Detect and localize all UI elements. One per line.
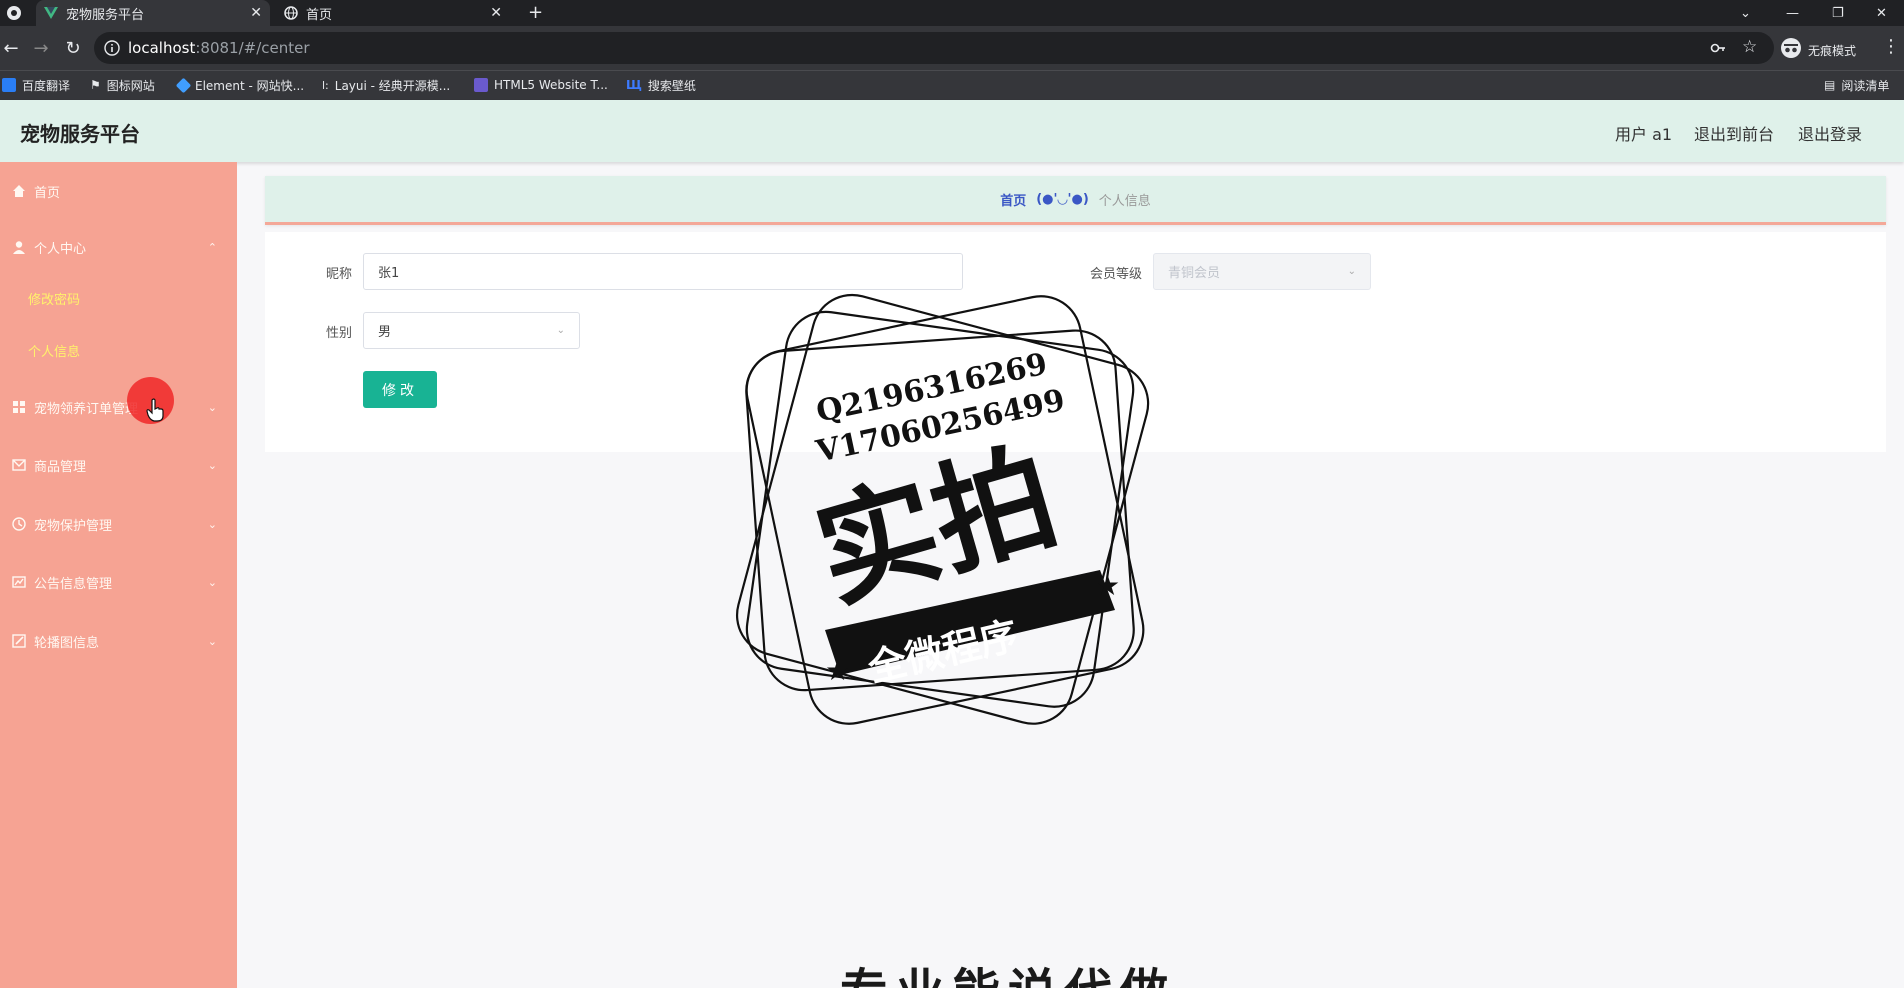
chevron-down-icon: ⌄ xyxy=(207,458,217,472)
gender-value: 男 xyxy=(378,325,392,340)
chevron-down-icon: ⌄ xyxy=(207,400,217,414)
back-to-front-link[interactable]: 退出到前台 xyxy=(1694,121,1774,145)
nickname-label: 昵称 xyxy=(325,267,352,282)
hand-cursor-icon xyxy=(146,398,166,426)
reload-icon[interactable]: ↻ xyxy=(62,37,84,59)
close-icon[interactable]: ✕ xyxy=(250,5,262,21)
back-icon[interactable]: ← xyxy=(0,37,22,59)
globe-icon xyxy=(284,6,298,20)
restore-icon[interactable]: ❐ xyxy=(1832,0,1844,26)
chevron-down-icon: ⌄ xyxy=(1347,266,1356,277)
chevron-down-icon: ⌄ xyxy=(207,575,217,589)
mail-icon xyxy=(12,458,26,472)
reading-list[interactable]: ▤ 阅读清单 xyxy=(1824,76,1889,94)
address-bar[interactable] xyxy=(94,32,1774,64)
breadcrumb: 首页 (●'◡'●) 个人信息 xyxy=(265,176,1886,225)
sidebar-subitem-personal-info[interactable]: 个人信息 xyxy=(0,325,237,375)
url-text[interactable]: localhost:8081/#/center xyxy=(128,39,310,57)
key-icon[interactable] xyxy=(1710,40,1726,60)
chevron-up-icon: ⌃ xyxy=(207,240,217,254)
minimize-icon[interactable]: — xyxy=(1786,0,1799,26)
sidebar-item-carousel[interactable]: 轮播图信息 ⌄ xyxy=(0,612,237,670)
close-icon[interactable]: ✕ xyxy=(490,5,502,21)
sidebar-item-home[interactable]: 首页 xyxy=(0,162,237,220)
chevron-down-icon: ⌄ xyxy=(207,517,217,531)
clock-icon xyxy=(12,517,26,531)
gender-select[interactable]: 男 ⌄ xyxy=(363,312,580,349)
flag-icon: ⚑ xyxy=(90,78,101,92)
sidebar-item-pet-protection[interactable]: 宠物保护管理 ⌄ xyxy=(0,495,237,553)
layui-icon: l: xyxy=(322,78,329,92)
bookmark-wallpaper[interactable]: Щ 搜索壁纸 xyxy=(626,76,696,94)
incognito-icon xyxy=(1780,37,1802,63)
wallpaper-icon: Щ xyxy=(626,78,642,92)
sidebar-subitem-change-password[interactable]: 修改密码 xyxy=(0,273,237,323)
incognito-profile[interactable]: 无痕模式 xyxy=(1780,37,1856,63)
sidebar-item-personal-center[interactable]: 个人中心 ⌃ xyxy=(0,218,237,276)
app-title: 宠物服务平台 xyxy=(20,122,140,146)
submit-edit-button[interactable]: 修改 xyxy=(363,371,437,408)
breadcrumb-separator: (●'◡'●) xyxy=(1036,191,1089,207)
edit-icon xyxy=(12,634,26,648)
logout-link[interactable]: 退出登录 xyxy=(1798,121,1862,145)
forward-icon[interactable]: → xyxy=(30,37,52,59)
watermark-stamp: Q2196316269 V17060256499 实拍 全微程序 ★ ★ xyxy=(715,280,1185,764)
new-tab-button[interactable]: + xyxy=(528,2,543,23)
chevron-down-icon: ⌄ xyxy=(556,325,565,336)
gender-label: 性别 xyxy=(325,326,352,341)
bookmark-baidu-translate[interactable]: 百度翻译 xyxy=(2,76,70,94)
info-icon[interactable] xyxy=(104,40,120,60)
vue-icon xyxy=(44,6,58,20)
chart-icon xyxy=(12,575,26,589)
home-icon xyxy=(12,184,26,198)
user-icon xyxy=(12,240,26,254)
translate-icon xyxy=(2,78,16,92)
tab-pet-platform[interactable]: 宠物服务平台 ✕ xyxy=(36,0,270,26)
breadcrumb-home[interactable]: 首页 xyxy=(1000,190,1026,209)
tab-title: 宠物服务平台 xyxy=(66,7,145,23)
bookmark-layui[interactable]: l: Layui - 经典开源模... xyxy=(322,76,450,94)
watermark-bottom-text: 专业能说代做 xyxy=(840,962,1176,988)
tab-home[interactable]: 首页 ✕ xyxy=(276,0,510,26)
breadcrumb-current: 个人信息 xyxy=(1098,193,1151,209)
tab-title: 首页 xyxy=(306,7,333,23)
tab-search-icon[interactable]: ⌄ xyxy=(1740,0,1751,26)
incognito-label: 无痕模式 xyxy=(1808,43,1857,58)
sidebar-item-goods[interactable]: 商品管理 ⌄ xyxy=(0,436,237,494)
chevron-down-icon: ⌄ xyxy=(207,634,217,648)
star-icon: ★ xyxy=(1095,569,1120,602)
more-menu-icon[interactable]: ⋮ xyxy=(1882,36,1900,57)
bookmark-icon-site[interactable]: ⚑ 图标网站 xyxy=(90,76,155,94)
member-level-value: 青铜会员 xyxy=(1168,266,1221,281)
element-icon xyxy=(175,77,192,93)
star-icon[interactable]: ☆ xyxy=(1742,37,1757,57)
current-user: 用户 a1 xyxy=(1615,125,1673,144)
member-level-select: 青铜会员 ⌄ xyxy=(1153,253,1371,290)
reading-list-icon: ▤ xyxy=(1824,78,1836,92)
star-icon: ★ xyxy=(825,654,850,687)
window-close-icon[interactable]: ✕ xyxy=(1876,0,1887,26)
html5-icon xyxy=(474,78,488,92)
grid-icon xyxy=(12,400,26,414)
sidebar-item-announcements[interactable]: 公告信息管理 ⌄ xyxy=(0,553,237,611)
bookmark-element[interactable]: Element - 网站快... xyxy=(175,76,304,94)
bookmark-html5[interactable]: HTML5 Website T... xyxy=(474,76,608,94)
browser-menu-icon[interactable] xyxy=(6,5,22,25)
sidebar-item-adoption-orders[interactable]: 宠物领养订单管理 ⌄ xyxy=(0,378,237,436)
